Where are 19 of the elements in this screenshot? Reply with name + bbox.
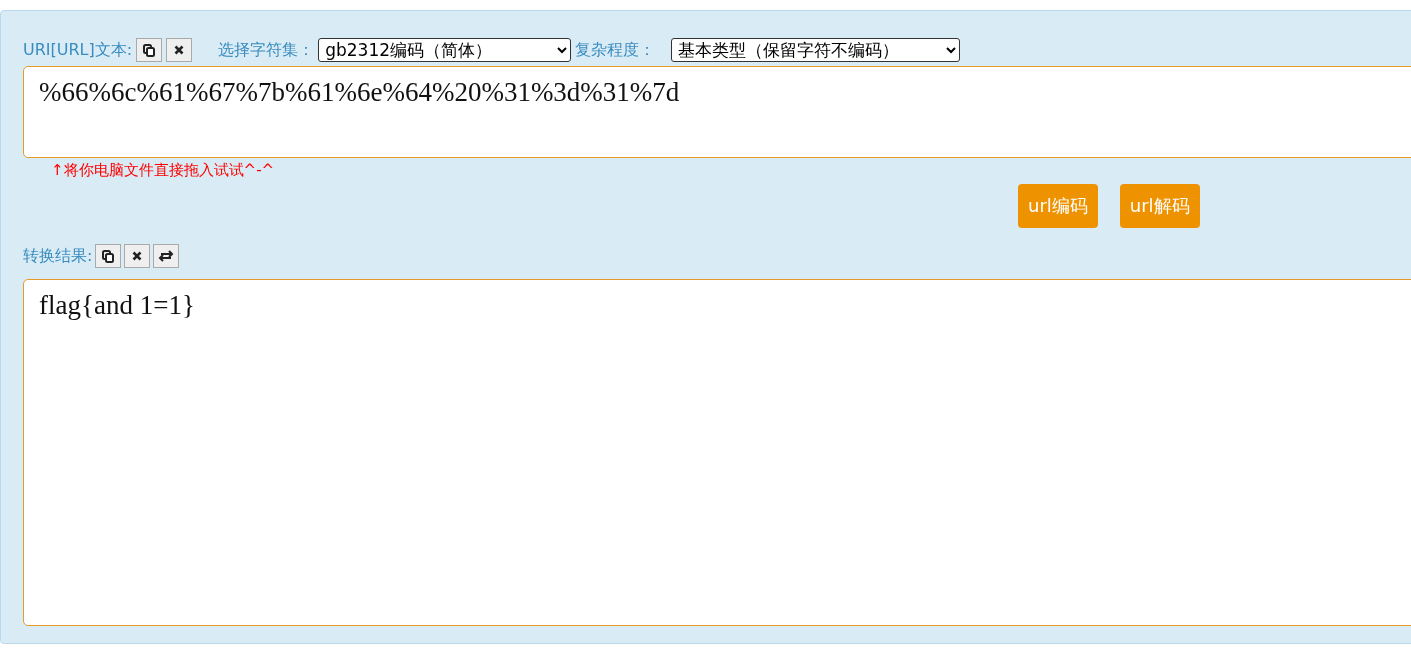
source-label: URI[URL]文本:	[23, 39, 133, 61]
charset-select[interactable]: gb2312编码（简体）	[318, 38, 572, 62]
result-output-field[interactable]: flag{and 1=1}	[23, 279, 1411, 626]
close-icon	[174, 45, 185, 55]
copy-button[interactable]	[95, 244, 122, 268]
result-label: 转换结果:	[23, 245, 93, 267]
source-input-field[interactable]: %66%6c%61%67%7b%61%6e%64%20%31%3d%31%7d	[23, 66, 1411, 158]
charset-label: 选择字符集：	[218, 39, 315, 61]
clear-button[interactable]	[166, 38, 193, 62]
complexity-label: 复杂程度：	[575, 39, 656, 61]
drop-file-hint: ↑将你电脑文件直接拖入试试^-^	[51, 161, 276, 181]
swap-button[interactable]	[153, 244, 180, 268]
copy-icon	[143, 43, 156, 57]
complexity-select[interactable]: 基本类型（保留字符不编码）	[671, 38, 961, 62]
clear-button[interactable]	[124, 244, 151, 268]
close-icon	[132, 251, 143, 261]
copy-button[interactable]	[136, 38, 163, 62]
swap-arrows-icon	[158, 250, 175, 262]
copy-icon	[102, 249, 115, 263]
